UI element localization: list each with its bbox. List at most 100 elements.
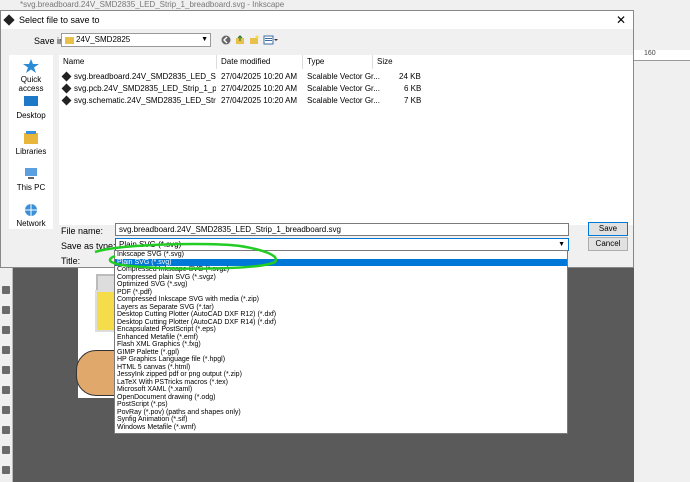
libraries-icon: [24, 131, 38, 144]
close-icon[interactable]: ✕: [613, 12, 629, 28]
spray-tool-icon[interactable]: [2, 446, 10, 454]
shape-tool-icon[interactable]: [2, 306, 10, 314]
save-type-option[interactable]: Enhanced Metafile (*.emf): [115, 334, 567, 342]
tool-palette: [0, 268, 13, 482]
place-label: Quick access: [18, 75, 44, 93]
pencil-tool-icon[interactable]: [2, 366, 10, 374]
save-type-option[interactable]: Microsoft XAML (*.xaml): [115, 386, 567, 394]
place-label: This PC: [16, 183, 46, 192]
dialog-title: Select file to save to: [19, 15, 100, 25]
title-label: Title:: [61, 256, 81, 266]
column-divider[interactable]: [372, 55, 373, 69]
file-type: Scalable Vector Gr...: [307, 72, 380, 81]
save-type-option[interactable]: Compressed plain SVG (*.svgz): [115, 274, 567, 282]
save-type-option[interactable]: LaTeX With PSTricks macros (*.tex): [115, 379, 567, 387]
column-divider[interactable]: [302, 55, 303, 69]
save-type-option[interactable]: Layers as Separate SVG (*.tar): [115, 304, 567, 312]
text-tool-icon[interactable]: [2, 426, 10, 434]
background-right-panel: [634, 10, 690, 482]
file-size: 7 KB: [404, 96, 422, 105]
computer-icon: [25, 168, 37, 179]
place-label: Libraries: [15, 147, 47, 156]
background-window-title: *svg.breadboard.24V_SMD2835_LED_Strip_1_…: [0, 0, 690, 10]
file-row[interactable]: svg.breadboard.24V_SMD2835_LED_Strip_1_.…: [59, 71, 633, 82]
file-row[interactable]: svg.pcb.24V_SMD2835_LED_Strip_1_pcb.svg …: [59, 83, 633, 94]
save-file-dialog: Select file to save to ✕ Save in: 24V_SM…: [0, 10, 634, 268]
column-header-date[interactable]: Date modified: [221, 57, 270, 66]
save-type-option[interactable]: HTML 5 canvas (*.html): [115, 364, 567, 372]
save-type-option[interactable]: Compressed Inkscape SVG with media (*.zi…: [115, 296, 567, 304]
place-quick-access[interactable]: Quick access: [9, 59, 53, 93]
file-size: 24 KB: [399, 72, 421, 81]
inkscape-logo-icon: [3, 14, 15, 26]
folder-icon: [65, 37, 74, 44]
file-name: svg.breadboard.24V_SMD2835_LED_Strip_1_.…: [74, 72, 216, 81]
file-date: 27/04/2025 10:20 AM: [221, 72, 298, 81]
file-type: Scalable Vector Gr...: [307, 96, 380, 105]
annotation-circle: [94, 242, 278, 270]
file-name: svg.pcb.24V_SMD2835_LED_Strip_1_pcb.svg: [74, 84, 216, 93]
save-type-option[interactable]: Desktop Cutting Plotter (AutoCAD DXF R12…: [115, 311, 567, 319]
new-folder-icon[interactable]: [249, 35, 259, 45]
file-name-input[interactable]: svg.breadboard.24V_SMD2835_LED_Strip_1_b…: [115, 223, 569, 236]
star-icon: [23, 59, 39, 73]
save-type-option[interactable]: Optimized SVG (*.svg): [115, 281, 567, 289]
view-menu-icon[interactable]: [263, 35, 279, 45]
canvas-shape-orange: [76, 350, 118, 396]
file-type: Scalable Vector Gr...: [307, 84, 380, 93]
save-type-option[interactable]: HP Graphics Language file (*.hpgl): [115, 356, 567, 364]
save-type-option[interactable]: GIMP Palette (*.gpl): [115, 349, 567, 357]
file-date: 27/04/2025 10:20 AM: [221, 96, 298, 105]
svg-file-icon: [61, 83, 72, 94]
place-libraries[interactable]: Libraries: [9, 131, 53, 156]
circle-tool-icon[interactable]: [2, 326, 10, 334]
save-type-option[interactable]: PDF (*.pdf): [115, 289, 567, 297]
pen-tool-icon[interactable]: [2, 346, 10, 354]
save-type-option[interactable]: Encapsulated PostScript (*.eps): [115, 326, 567, 334]
bucket-tool-icon[interactable]: [2, 386, 10, 394]
save-type-option[interactable]: Desktop Cutting Plotter (AutoCAD DXF R14…: [115, 319, 567, 327]
file-size: 6 KB: [404, 84, 422, 93]
eraser-tool-icon[interactable]: [2, 466, 10, 474]
file-name-label: File name:: [61, 226, 104, 236]
dialog-titlebar: Select file to save to ✕: [1, 11, 633, 29]
ruler-label: 160: [644, 50, 656, 57]
up-folder-icon[interactable]: [235, 35, 245, 45]
column-header-type[interactable]: Type: [307, 57, 324, 66]
save-in-value: 24V_SMD2825: [76, 35, 131, 44]
place-network[interactable]: Network: [9, 203, 53, 228]
save-type-options-list[interactable]: Inkscape SVG (*.svg) Plain SVG (*.svg) Com…: [114, 250, 568, 434]
chevron-down-icon: ▼: [558, 241, 565, 248]
cancel-button[interactable]: Cancel: [588, 237, 628, 251]
svg-file-icon: [61, 95, 72, 106]
save-type-option[interactable]: PovRay (*.pov) (paths and shapes only): [115, 409, 567, 417]
file-list[interactable]: Name Date modified Type Size svg.breadbo…: [59, 55, 633, 225]
save-type-option[interactable]: OpenDocument drawing (*.odg): [115, 394, 567, 402]
column-header-size[interactable]: Size: [377, 57, 393, 66]
file-name: svg.schematic.24V_SMD2835_LED_Strip_1_sc…: [74, 96, 216, 105]
desktop-icon: [24, 96, 38, 106]
save-type-option[interactable]: JessyInk zipped pdf or png output (*.zip…: [115, 371, 567, 379]
chevron-down-icon: ▼: [201, 36, 208, 43]
file-date: 27/04/2025 10:20 AM: [221, 84, 298, 93]
save-type-option[interactable]: PostScript (*.ps): [115, 401, 567, 409]
place-desktop[interactable]: Desktop: [9, 95, 53, 120]
file-row[interactable]: svg.schematic.24V_SMD2835_LED_Strip_1_sc…: [59, 95, 633, 106]
places-bar: Quick access Desktop Libraries This PC N…: [9, 55, 53, 229]
save-button[interactable]: Save: [588, 222, 628, 236]
place-label: Desktop: [16, 111, 46, 120]
column-divider[interactable]: [216, 55, 217, 69]
place-this-pc[interactable]: This PC: [9, 167, 53, 192]
save-type-option[interactable]: Synfig Animation (*.sif): [115, 416, 567, 424]
save-type-option[interactable]: Flash XML Graphics (*.fxg): [115, 341, 567, 349]
svg-file-icon: [61, 71, 72, 82]
back-icon[interactable]: [221, 35, 231, 45]
place-label: Network: [16, 219, 46, 228]
square-tool-icon[interactable]: [2, 286, 10, 294]
background-ruler: 160: [634, 50, 690, 61]
column-header-name[interactable]: Name: [63, 57, 84, 66]
save-in-dropdown[interactable]: 24V_SMD2825 ▼: [61, 33, 211, 47]
network-icon: [25, 204, 37, 216]
save-type-option[interactable]: Windows Metafile (*.wmf): [115, 424, 567, 432]
dropper-tool-icon[interactable]: [2, 406, 10, 414]
